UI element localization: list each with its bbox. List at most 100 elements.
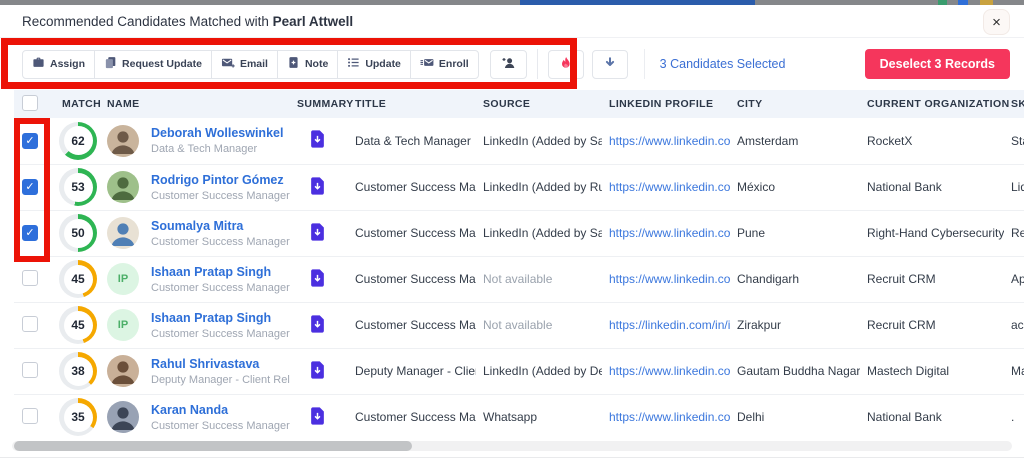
select-all-checkbox[interactable]: ✓ xyxy=(22,94,38,111)
summary-download-button[interactable] xyxy=(310,314,325,333)
candidates-selected-text: 3 Candidates Selected xyxy=(659,57,786,71)
summary-document-icon xyxy=(311,360,324,379)
row-checkbox[interactable]: ✓ xyxy=(22,315,38,332)
note-button[interactable]: Note xyxy=(276,49,339,79)
summary-download-button[interactable] xyxy=(310,406,325,425)
candidate-skills: App xyxy=(1004,256,1024,303)
header-source: SOURCE xyxy=(476,90,602,118)
candidate-organization: Recruit CRM xyxy=(860,302,1004,349)
note-label: Note xyxy=(304,58,329,70)
candidate-source: LinkedIn (Added by Rutv... xyxy=(476,164,602,211)
add-candidate-button[interactable] xyxy=(489,49,527,79)
row-checkbox[interactable]: ✓ xyxy=(22,179,38,196)
header-title: TITLE xyxy=(348,90,476,118)
deselect-records-button[interactable]: Deselect 3 Records xyxy=(864,49,1010,79)
candidates-table-viewport: ✓ MATCH NAME SUMMARY TITLE SOURCE LINKED… xyxy=(14,90,1024,440)
toolbar: Assign Request Update Email Note Update … xyxy=(0,38,1024,90)
avatar: IP xyxy=(107,309,139,341)
avatar-initials: IP xyxy=(117,319,129,331)
linkedin-profile-link[interactable]: https://linkedin.com/in/i... xyxy=(609,318,730,332)
candidate-name-link[interactable]: Soumalya Mitra xyxy=(151,219,290,233)
summary-download-button[interactable] xyxy=(310,222,325,241)
candidate-name-link[interactable]: Rahul Shrivastava xyxy=(151,357,290,371)
header-match: MATCH xyxy=(55,90,101,118)
action-button-group: Assign Request Update Email Note Update … xyxy=(22,49,479,79)
candidate-skills: Mar xyxy=(1004,348,1024,395)
candidate-city: Chandigarh xyxy=(730,256,860,303)
linkedin-profile-link[interactable]: https://www.linkedin.co... xyxy=(609,134,730,148)
header-current-organization: CURRENT ORGANIZATION xyxy=(860,90,1009,118)
candidate-subtitle: Customer Success Manager xyxy=(151,327,290,340)
match-score: 38 xyxy=(63,356,93,386)
candidate-source: Not available xyxy=(476,302,602,349)
candidate-city: Pune xyxy=(730,210,860,257)
linkedin-profile-link[interactable]: https://www.linkedin.co... xyxy=(609,272,730,286)
email-button[interactable]: Email xyxy=(210,49,278,79)
download-icon xyxy=(603,56,617,73)
header-name: NAME xyxy=(100,90,290,118)
export-download-button[interactable] xyxy=(591,49,628,79)
candidates-modal: Recommended Candidates Matched with Pear… xyxy=(0,0,1024,461)
match-ring: 45 xyxy=(59,260,97,298)
summary-document-icon xyxy=(311,406,324,425)
summary-document-icon xyxy=(311,222,324,241)
horizontal-scrollbar-thumb[interactable] xyxy=(14,441,412,451)
summary-download-button[interactable] xyxy=(310,360,325,379)
summary-document-icon xyxy=(311,268,324,287)
candidate-title: Deputy Manager - Client ... xyxy=(348,348,476,395)
update-button[interactable]: Update xyxy=(337,49,411,79)
row-checkbox[interactable]: ✓ xyxy=(22,269,38,286)
candidate-organization: National Bank xyxy=(860,164,1004,211)
avatar xyxy=(107,217,139,249)
close-button[interactable]: × xyxy=(983,9,1010,35)
match-score: 45 xyxy=(63,264,93,294)
summary-download-button[interactable] xyxy=(310,130,325,148)
table-row: ✓ 35 Karan Nanda Customer Success Manage… xyxy=(14,394,1024,440)
horizontal-scrollbar-track[interactable] xyxy=(12,441,1012,451)
person-photo-icon xyxy=(111,361,135,384)
linkedin-profile-link[interactable]: https://www.linkedin.co... xyxy=(609,180,730,194)
summary-document-icon xyxy=(311,314,324,333)
linkedin-profile-link[interactable]: https://www.linkedin.co... xyxy=(609,226,730,240)
table-row: ✓ 62 Deborah Wolleswinkel Data & Tech Ma… xyxy=(14,118,1024,165)
row-checkbox[interactable]: ✓ xyxy=(22,133,38,149)
candidate-name-link[interactable]: Deborah Wolleswinkel xyxy=(151,126,283,140)
header-linkedin-profile: LINKEDIN PROFILE xyxy=(602,90,730,118)
avatar xyxy=(107,401,139,433)
match-score: 62 xyxy=(63,126,93,156)
candidate-city: Delhi xyxy=(730,394,860,440)
candidate-name-link[interactable]: Ishaan Pratap Singh xyxy=(151,311,290,325)
modal-header: Recommended Candidates Matched with Pear… xyxy=(0,5,1024,38)
candidate-name-link[interactable]: Karan Nanda xyxy=(151,403,290,417)
table-row: ✓ 45 IP Ishaan Pratap Singh Customer Suc… xyxy=(14,302,1024,349)
candidate-subtitle: Deputy Manager - Client Rel... xyxy=(151,373,290,386)
candidate-skills: Sta xyxy=(1004,118,1024,165)
table-row: ✓ 50 Soumalya Mitra Customer Success Man… xyxy=(14,210,1024,257)
row-checkbox[interactable]: ✓ xyxy=(22,407,38,424)
avatar-initials: IP xyxy=(117,273,129,285)
row-checkbox[interactable]: ✓ xyxy=(22,225,38,242)
request-update-button[interactable]: Request Update xyxy=(94,49,212,79)
hotlist-button[interactable] xyxy=(547,49,584,79)
candidate-organization: Mastech Digital xyxy=(860,348,1004,395)
candidate-title: Customer Success Man... xyxy=(348,164,476,211)
assign-button[interactable]: Assign xyxy=(22,49,96,79)
summary-download-button[interactable] xyxy=(310,176,325,195)
linkedin-profile-link[interactable]: https://www.linkedin.co... xyxy=(609,410,730,424)
candidate-title: Data & Tech Manager xyxy=(348,118,476,165)
summary-download-button[interactable] xyxy=(310,268,325,287)
candidate-name-link[interactable]: Ishaan Pratap Singh xyxy=(151,265,290,279)
enroll-button[interactable]: Enroll xyxy=(409,49,479,79)
candidate-source: Not available xyxy=(476,256,602,303)
email-plus-icon xyxy=(221,56,235,72)
candidate-skills: acc xyxy=(1004,302,1024,349)
candidate-subtitle: Customer Success Manager xyxy=(151,189,290,202)
candidate-title: Customer Success Man... xyxy=(348,256,476,303)
table-header-row: ✓ MATCH NAME SUMMARY TITLE SOURCE LINKED… xyxy=(14,90,1024,118)
candidate-city: México xyxy=(730,164,860,211)
flame-icon xyxy=(559,56,573,73)
email-label: Email xyxy=(239,58,268,70)
linkedin-profile-link[interactable]: https://www.linkedin.co... xyxy=(609,364,730,378)
candidate-name-link[interactable]: Rodrigo Pintor Gómez xyxy=(151,173,290,187)
row-checkbox[interactable]: ✓ xyxy=(22,361,38,378)
